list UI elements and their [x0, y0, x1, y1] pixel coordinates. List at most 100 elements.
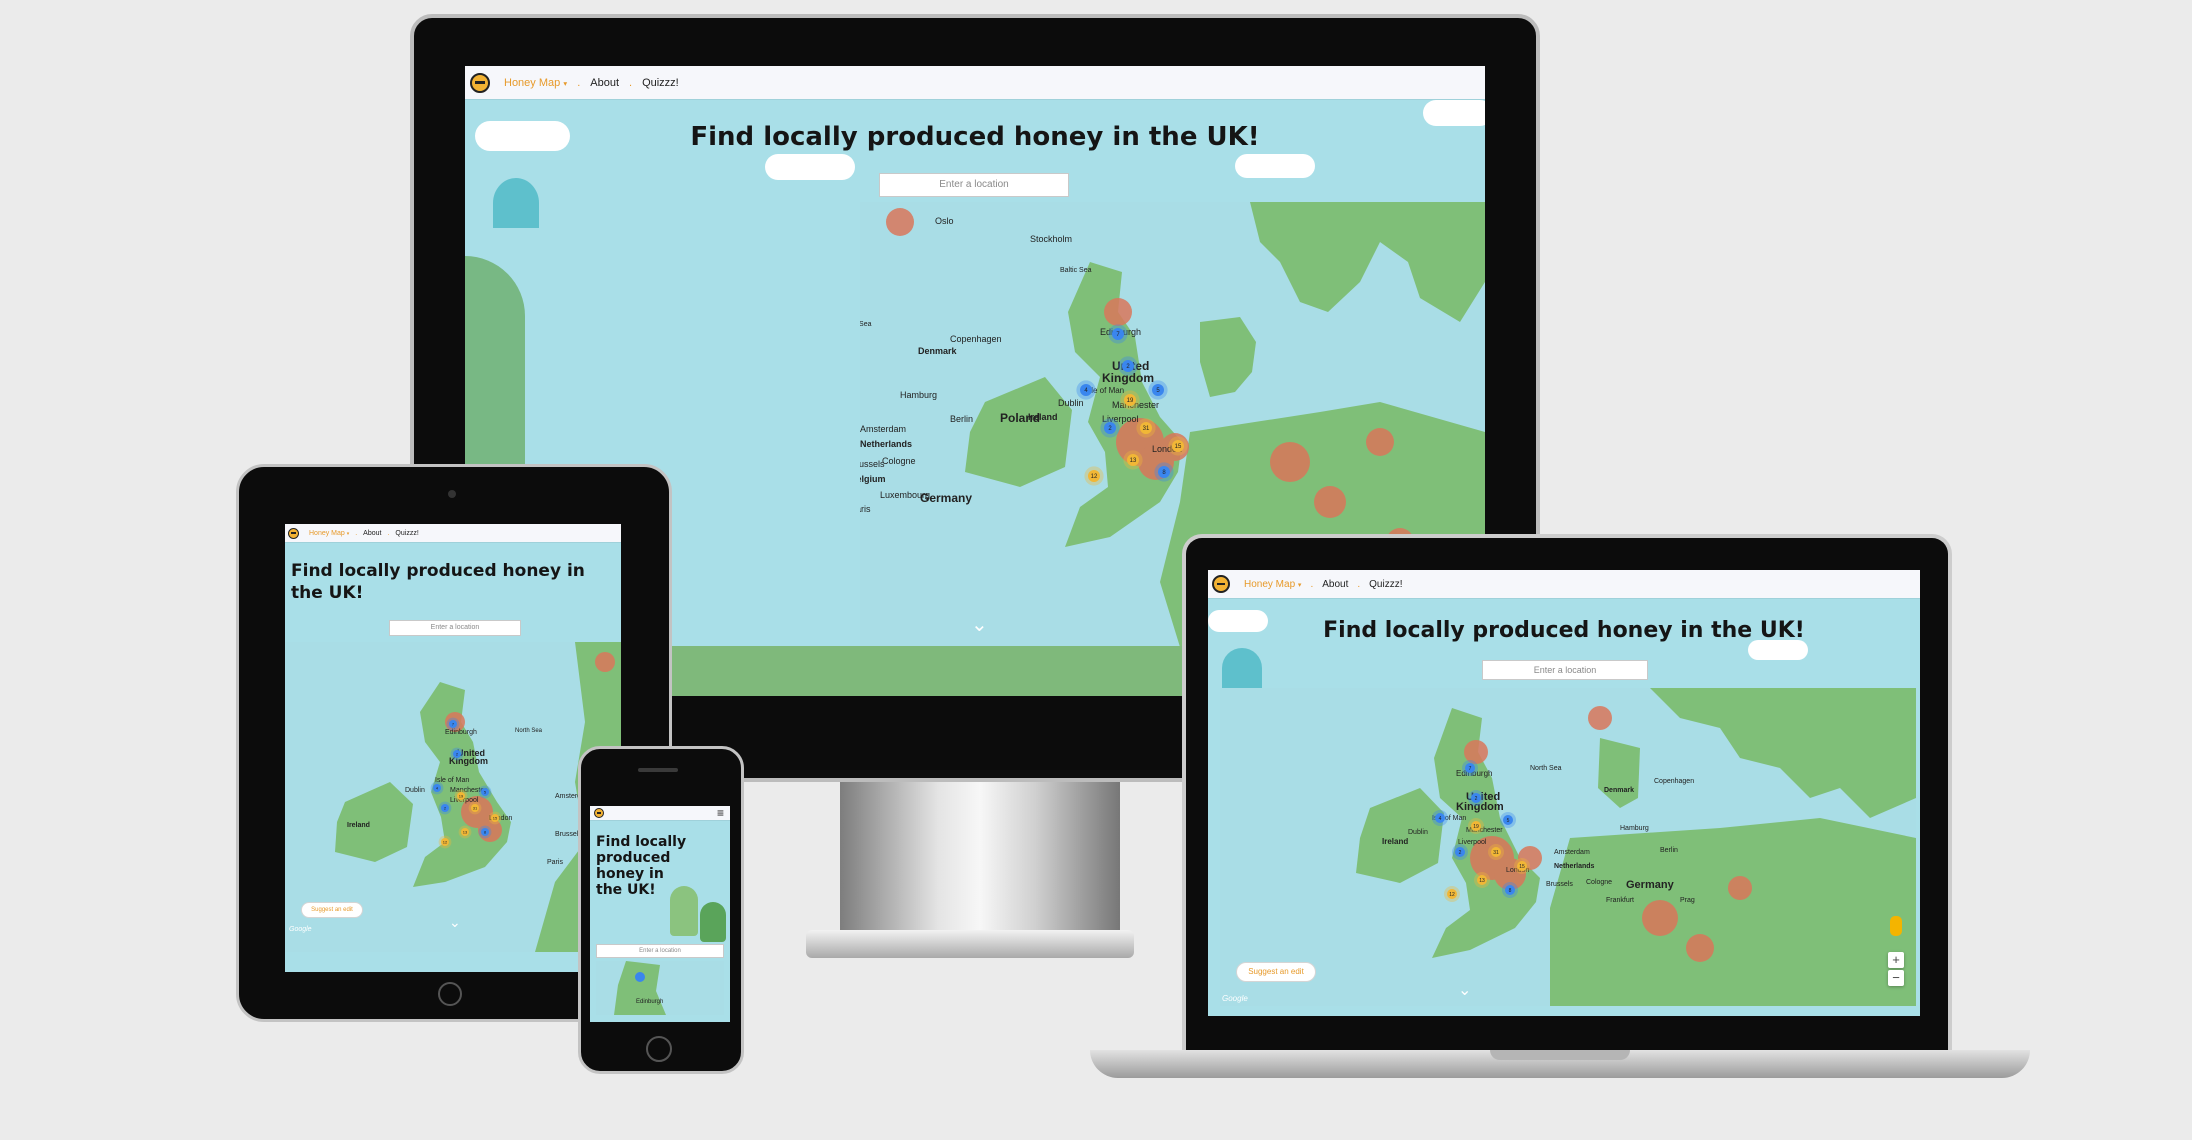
navbar [590, 806, 730, 820]
menu-icon[interactable]: ≡ [717, 806, 724, 820]
navbar: Honey Map ▾ . About . Quizzz! [285, 524, 621, 542]
bee-logo-icon[interactable] [470, 72, 490, 93]
page-title: Find locally produced honey in the UK! [690, 122, 1260, 152]
nav-separator: . [387, 529, 390, 537]
cluster-count: 19 [459, 793, 464, 798]
cluster-count: 2 [1459, 850, 1462, 856]
suggest-edit-button[interactable]: Suggest an edit [1236, 962, 1316, 982]
cluster-count: 13 [1130, 458, 1137, 464]
chevron-down-icon[interactable]: ⌄ [971, 612, 988, 637]
map-canvas: Edinburgh [596, 961, 724, 1015]
cluster-count: 15 [1175, 444, 1182, 450]
pegman-icon[interactable] [1890, 916, 1902, 936]
nav-honey-map[interactable]: Honey Map ▾ [1244, 579, 1301, 590]
cluster-count: 5 [1507, 818, 1510, 824]
nav-honey-map[interactable]: Honey Map ▾ [309, 530, 349, 537]
svg-text:Cologne: Cologne [1586, 879, 1612, 886]
cluster-count: 31 [473, 805, 478, 810]
nav-quiz[interactable]: Quizzz! [395, 530, 418, 537]
navbar: Honey Map ▾ . About . Quizzz! [1208, 570, 1920, 598]
google-logo: Google [289, 926, 312, 933]
bee-logo-icon[interactable] [594, 808, 604, 818]
svg-text:Denmark: Denmark [918, 346, 958, 356]
nav-quiz[interactable]: Quizzz! [642, 77, 679, 89]
navbar: Honey Map ▾ . About . Quizzz! [465, 66, 1485, 99]
svg-text:Paris: Paris [860, 504, 871, 514]
tablet-camera-icon [448, 490, 456, 498]
phone-home-button[interactable] [646, 1036, 672, 1062]
page-title: Find locally produced honey in the UK! [1323, 618, 1805, 643]
hill [1222, 648, 1262, 688]
google-logo: Google [1222, 994, 1248, 1003]
cluster-count: 12 [443, 839, 448, 844]
nav-separator: . [577, 76, 581, 89]
nav-about[interactable]: About [590, 77, 619, 89]
svg-text:Ireland: Ireland [1382, 837, 1408, 846]
map-canvas: Edinburgh United Kingdom North Sea Denma… [1220, 688, 1916, 1006]
map[interactable]: Edinburgh United Kingdom North Sea Denma… [1220, 688, 1916, 1006]
laptop: Honey Map ▾ . About . Quizzz! Find local… [1090, 534, 2030, 1094]
zoom-out-button[interactable]: − [1888, 970, 1904, 986]
svg-text:Prag: Prag [1680, 897, 1695, 904]
cluster-count: 15 [493, 815, 498, 820]
monitor-base [806, 930, 1134, 958]
svg-text:Edinburgh: Edinburgh [636, 999, 663, 1005]
svg-text:Copenhagen: Copenhagen [950, 334, 1002, 344]
cluster-count: 7 [1469, 766, 1472, 772]
nav-separator: . [1357, 578, 1361, 590]
svg-text:Copenhagen: Copenhagen [1654, 778, 1694, 785]
map[interactable]: Edinburgh [596, 961, 724, 1015]
search-input[interactable]: Enter a location [1482, 660, 1648, 680]
svg-text:Cologne: Cologne [882, 456, 916, 466]
nav-quiz[interactable]: Quizzz! [1369, 579, 1402, 590]
cluster-count: 13 [463, 829, 468, 834]
cluster-count: 12 [1449, 892, 1455, 898]
bee-logo-icon[interactable] [288, 527, 299, 539]
nav-about[interactable]: About [1322, 579, 1348, 590]
cloud [1748, 640, 1808, 660]
nav-separator: . [629, 76, 633, 89]
nav-separator: . [355, 529, 358, 537]
bee-logo-icon[interactable] [1212, 575, 1230, 593]
svg-text:Dublin: Dublin [1408, 829, 1428, 836]
svg-text:Belgium: Belgium [860, 474, 886, 484]
cluster-count: 13 [1479, 878, 1485, 884]
svg-text:Oslo: Oslo [935, 216, 954, 226]
chevron-down-icon[interactable]: ⌄ [1458, 980, 1471, 1000]
nav-honey-map[interactable]: Honey Map ▾ [504, 77, 567, 89]
nav-about[interactable]: About [363, 530, 381, 537]
svg-text:Denmark: Denmark [1604, 787, 1634, 794]
cluster-count: 31 [1143, 426, 1150, 432]
svg-text:Hamburg: Hamburg [1620, 825, 1649, 832]
zoom-in-button[interactable]: + [1888, 952, 1904, 968]
suggest-edit-button[interactable]: Suggest an edit [301, 902, 363, 918]
svg-text:Netherlands: Netherlands [1554, 863, 1595, 870]
svg-text:Germany: Germany [1626, 879, 1675, 891]
search-input[interactable]: Enter a location [389, 620, 521, 636]
search-input[interactable]: Enter a location [879, 173, 1069, 197]
cloud [1235, 154, 1315, 178]
svg-text:Amsterdam: Amsterdam [1554, 849, 1590, 856]
svg-text:Frankfurt: Frankfurt [1606, 897, 1634, 904]
svg-text:Hamburg: Hamburg [900, 390, 937, 400]
tablet-home-button[interactable] [438, 982, 462, 1006]
cluster-count: 12 [1091, 474, 1098, 480]
phone-screen: ≡ Find locally produced honey in the UK!… [590, 806, 730, 1022]
cluster-count: 19 [1473, 824, 1479, 830]
svg-text:Baltic Sea: Baltic Sea [1060, 267, 1092, 274]
cloud [765, 154, 855, 180]
svg-text:Dublin: Dublin [1058, 398, 1084, 408]
cluster-count: 19 [1127, 398, 1134, 404]
chevron-down-icon[interactable]: ⌄ [449, 914, 461, 931]
svg-text:Dublin: Dublin [405, 787, 425, 794]
svg-text:Berlin: Berlin [1660, 847, 1678, 854]
search-input[interactable]: Enter a location [596, 944, 724, 958]
svg-text:Berlin: Berlin [950, 414, 973, 424]
svg-text:North Sea: North Sea [860, 321, 872, 328]
svg-text:Amsterdam: Amsterdam [860, 424, 906, 434]
laptop-notch [1490, 1050, 1630, 1060]
svg-text:Stockholm: Stockholm [1030, 234, 1072, 244]
svg-text:North Sea: North Sea [515, 728, 543, 734]
svg-text:Luxembourg: Luxembourg [880, 490, 930, 500]
page-title: Find locally produced honey in the UK! [291, 561, 585, 603]
